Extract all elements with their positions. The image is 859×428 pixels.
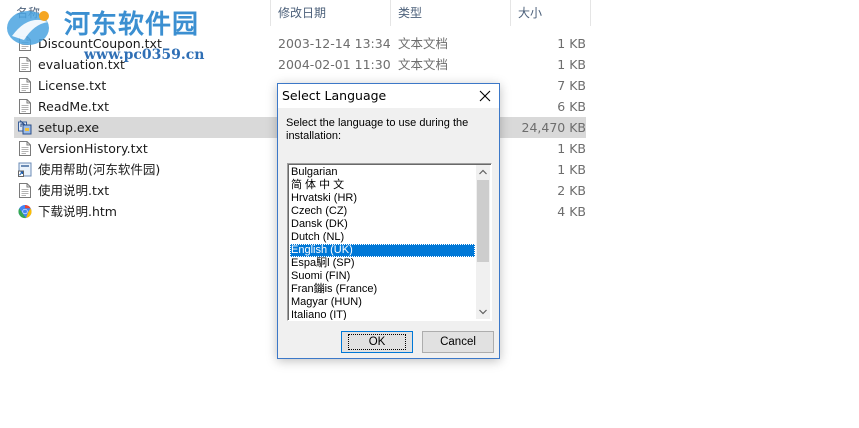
language-option[interactable]: Magyar (HUN) bbox=[290, 296, 475, 309]
language-option[interactable]: Suomi (FIN) bbox=[290, 270, 475, 283]
file-size: 6 KB bbox=[557, 99, 586, 114]
file-name: VersionHistory.txt bbox=[38, 141, 148, 156]
language-option[interactable]: Fran鏰is (France) bbox=[290, 283, 475, 296]
file-size: 1 KB bbox=[557, 36, 586, 51]
ok-button[interactable]: OK bbox=[341, 331, 413, 353]
language-option[interactable]: 简 体 中 文 bbox=[290, 179, 475, 192]
dialog-body: Select the language to use during the in… bbox=[278, 108, 499, 358]
file-size: 1 KB bbox=[557, 141, 586, 156]
language-option[interactable]: English (UK) bbox=[290, 244, 475, 257]
language-option[interactable]: Czech (CZ) bbox=[290, 205, 475, 218]
language-option[interactable]: Bulgarian bbox=[290, 166, 475, 179]
file-date: 2004-02-01 11:30 bbox=[278, 57, 391, 72]
watermark-logo-icon bbox=[7, 11, 49, 45]
file-size: 1 KB bbox=[557, 162, 586, 177]
column-header-type[interactable]: 类型 bbox=[392, 0, 510, 26]
shortcut-icon bbox=[18, 162, 32, 177]
chevron-up-icon bbox=[479, 169, 487, 175]
file-size: 2 KB bbox=[557, 183, 586, 198]
cancel-button[interactable]: Cancel bbox=[422, 331, 494, 353]
ok-button-label: OK bbox=[347, 334, 407, 350]
file-name: License.txt bbox=[38, 78, 107, 93]
browser-icon bbox=[18, 204, 32, 219]
column-header-type-label: 类型 bbox=[398, 6, 423, 20]
file-name: 使用说明.txt bbox=[38, 183, 110, 198]
watermark-title: 河东软件园 bbox=[64, 10, 200, 40]
installer-icon bbox=[18, 120, 32, 135]
text-file-icon bbox=[18, 99, 32, 114]
scroll-up-button[interactable] bbox=[476, 165, 490, 179]
text-file-icon bbox=[19, 57, 31, 72]
scroll-down-button[interactable] bbox=[476, 305, 490, 319]
file-name: setup.exe bbox=[38, 120, 100, 135]
scroll-thumb[interactable] bbox=[477, 180, 489, 262]
file-date: 2003-12-14 13:34 bbox=[278, 36, 391, 51]
browser-icon bbox=[18, 205, 32, 219]
text-file-icon bbox=[18, 78, 32, 93]
language-option[interactable]: Hrvatski (HR) bbox=[290, 192, 475, 205]
text-file-icon bbox=[19, 141, 31, 156]
file-name: 下载说明.htm bbox=[38, 204, 117, 219]
text-file-icon bbox=[19, 183, 31, 198]
text-file-icon bbox=[18, 141, 32, 156]
language-option[interactable]: Italiano (IT) bbox=[290, 309, 475, 320]
close-button[interactable] bbox=[471, 84, 499, 108]
desktop-screen: 名称 修改日期 类型 大小 DiscountCoupon.txt2003-12-… bbox=[0, 0, 859, 428]
listbox-scrollbar[interactable] bbox=[476, 165, 490, 319]
column-header-size-label: 大小 bbox=[518, 6, 543, 20]
file-name: 使用帮助(河东软件园) bbox=[38, 162, 161, 177]
column-separator[interactable] bbox=[390, 0, 391, 26]
column-header-size[interactable]: 大小 bbox=[512, 0, 588, 26]
file-size: 7 KB bbox=[557, 78, 586, 93]
file-size: 24,470 KB bbox=[521, 120, 586, 135]
language-list-items: Bulgarian 简 体 中 文 Hrvatski (HR) Czech (CZ) D… bbox=[290, 166, 475, 320]
column-header-date[interactable]: 修改日期 bbox=[272, 0, 390, 26]
file-size: 1 KB bbox=[557, 57, 586, 72]
language-listbox[interactable]: Bulgarian 简 体 中 文 Hrvatski (HR) Czech (CZ) D… bbox=[287, 163, 492, 321]
watermark-url: www.pc0359.cn bbox=[84, 47, 205, 63]
file-type: 文本文档 bbox=[398, 57, 449, 72]
close-icon bbox=[479, 90, 491, 102]
file-size: 4 KB bbox=[557, 204, 586, 219]
cancel-button-label: Cancel bbox=[440, 336, 476, 348]
text-file-icon bbox=[19, 78, 31, 93]
file-type: 文本文档 bbox=[398, 36, 449, 51]
file-name: ReadMe.txt bbox=[38, 99, 110, 114]
language-option[interactable]: Dansk (DK) bbox=[290, 218, 475, 231]
installer-icon bbox=[18, 120, 32, 135]
column-header-date-label: 修改日期 bbox=[278, 6, 327, 20]
language-option[interactable]: Espa駉l (SP) bbox=[290, 257, 475, 270]
text-file-icon bbox=[18, 57, 32, 72]
dialog-title: Select Language bbox=[282, 88, 387, 103]
language-option[interactable]: Dutch (NL) bbox=[290, 231, 475, 244]
chevron-down-icon bbox=[479, 309, 487, 315]
column-separator[interactable] bbox=[270, 0, 271, 26]
dialog-prompt: Select the language to use during the in… bbox=[286, 117, 469, 142]
shortcut-icon bbox=[18, 162, 32, 177]
text-file-icon bbox=[18, 183, 32, 198]
text-file-icon bbox=[19, 99, 31, 114]
select-language-dialog: Select Language Select the language to u… bbox=[277, 83, 500, 359]
column-separator[interactable] bbox=[590, 0, 591, 26]
column-separator[interactable] bbox=[510, 0, 511, 26]
dialog-titlebar[interactable]: Select Language bbox=[278, 84, 499, 108]
